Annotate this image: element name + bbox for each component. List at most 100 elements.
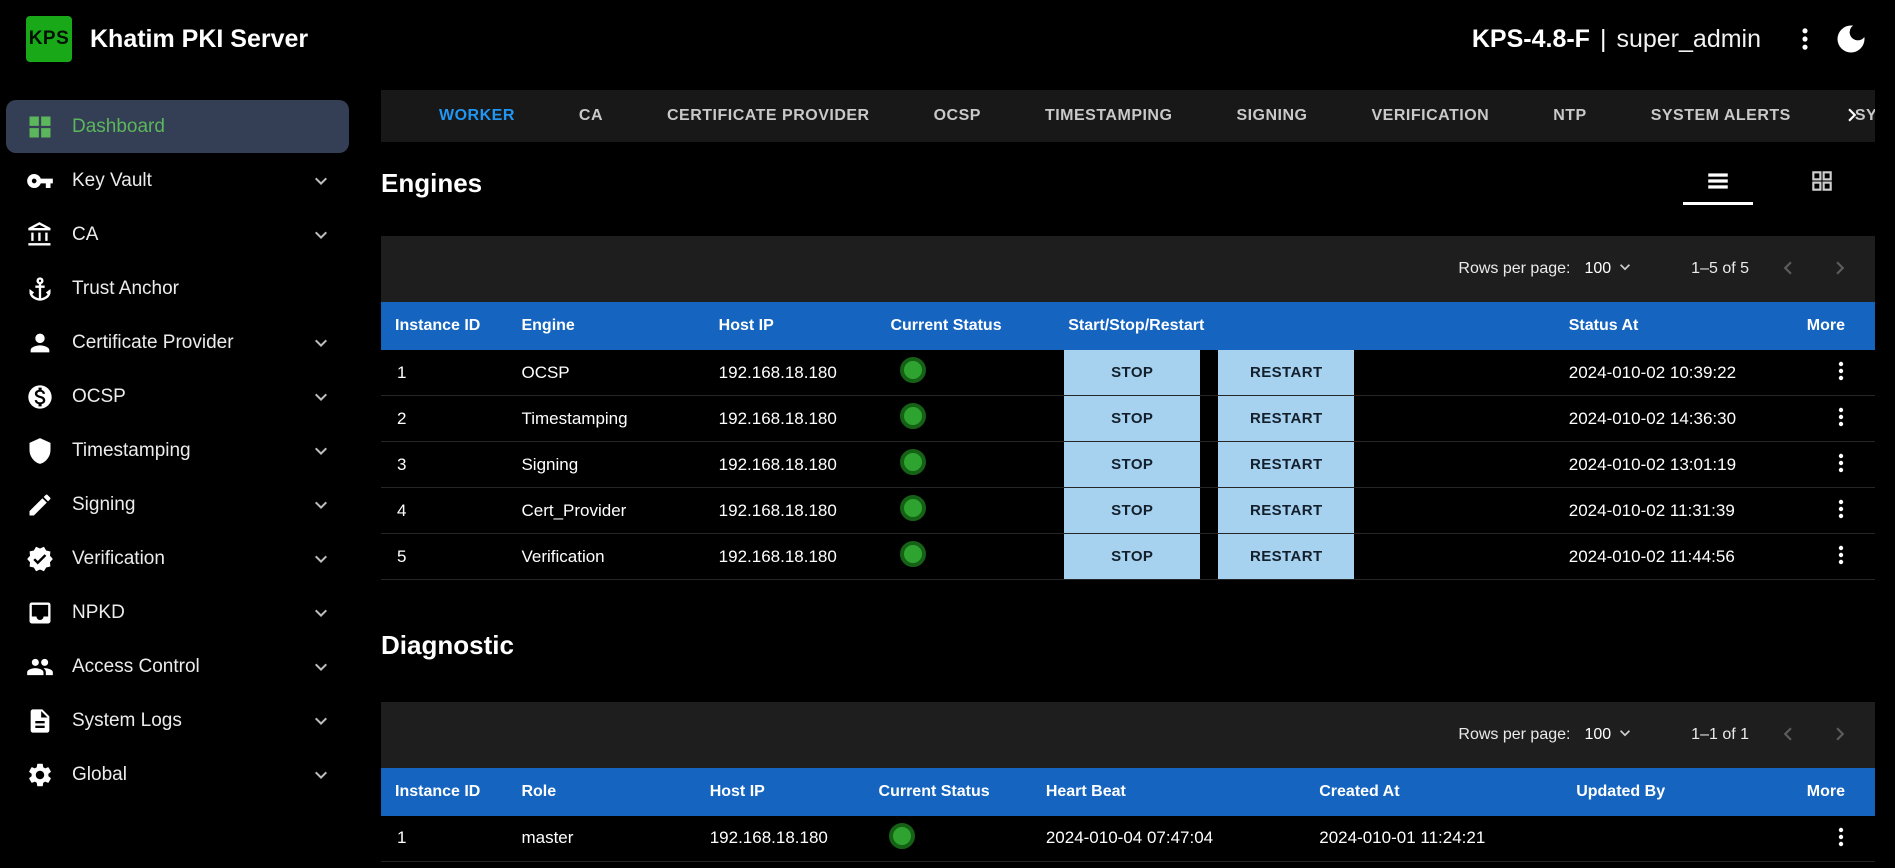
- row-more-button[interactable]: [1829, 497, 1853, 524]
- top-bar-right: KPS-4.8-F | super_admin: [1472, 21, 1869, 57]
- chevron-left-icon: [1775, 255, 1801, 284]
- tab-bar: WORKER CA CERTIFICATE PROVIDER OCSP TIMESTAM…: [381, 90, 1875, 142]
- cell-status-at: 2024-010-02 11:44:56: [1556, 533, 1771, 580]
- rows-per-page-select[interactable]: 100: [1584, 257, 1635, 282]
- sidebar-item-label: Access Control: [72, 655, 200, 677]
- column-header-engine: Engine: [509, 302, 707, 350]
- cell-current-status: [866, 816, 1034, 862]
- tab-system-alerts[interactable]: SYSTEM ALERTS: [1651, 107, 1791, 125]
- column-header-created-at: Created At: [1307, 768, 1565, 816]
- cell-actions: STOP RESTART: [1056, 441, 1557, 488]
- kebab-icon: [1838, 453, 1844, 473]
- cell-more: [1770, 441, 1875, 488]
- prev-page-button[interactable]: [1775, 255, 1801, 284]
- chevron-down-icon: [309, 385, 333, 409]
- kebab-icon: [1838, 361, 1844, 381]
- row-more-button[interactable]: [1829, 359, 1853, 386]
- dark-mode-toggle[interactable]: [1833, 21, 1869, 57]
- stop-button[interactable]: STOP: [1064, 442, 1201, 487]
- username: super_admin: [1616, 24, 1761, 53]
- chevron-down-icon: [1615, 723, 1635, 748]
- more-menu-button[interactable]: [1791, 25, 1819, 53]
- main-content: WORKER CA CERTIFICATE PROVIDER OCSP TIMESTAM…: [357, 78, 1895, 868]
- restart-button[interactable]: RESTART: [1218, 396, 1355, 441]
- next-page-button[interactable]: [1827, 721, 1853, 750]
- tab-signing[interactable]: SIGNING: [1236, 107, 1307, 125]
- kebab-icon: [1838, 407, 1844, 427]
- column-header-role: Role: [509, 768, 698, 816]
- sidebar-item-signing[interactable]: Signing: [6, 478, 349, 531]
- sidebar-item-access-control[interactable]: Access Control: [6, 640, 349, 693]
- grid-view-button[interactable]: [1787, 162, 1857, 205]
- sidebar-item-dashboard[interactable]: Dashboard: [6, 100, 349, 153]
- column-header-instance-id: Instance ID: [381, 768, 510, 816]
- engines-panel: Rows per page: 100 1–5 of 5 Instance ID …: [381, 236, 1875, 580]
- server-version: KPS-4.8-F: [1471, 24, 1590, 53]
- cell-instance-id: 3: [381, 441, 510, 488]
- sidebar-item-npkd[interactable]: NPKD: [6, 586, 349, 639]
- next-page-button[interactable]: [1827, 255, 1853, 284]
- tab-certificate-provider[interactable]: CERTIFICATE PROVIDER: [667, 107, 870, 125]
- rows-per-page-select[interactable]: 100: [1584, 723, 1635, 748]
- version-user-separator: |: [1599, 24, 1607, 53]
- cell-created-at: 2024-010-01 11:24:21: [1307, 816, 1565, 862]
- sidebar-item-global[interactable]: Global: [6, 748, 349, 801]
- sidebar-item-ocsp[interactable]: OCSP: [6, 370, 349, 423]
- cell-current-status: [878, 533, 1057, 580]
- tabs-scroll-right-button[interactable]: [1833, 90, 1871, 142]
- sidebar-item-certificate-provider[interactable]: Certificate Provider: [6, 316, 349, 369]
- key-icon: [26, 167, 54, 195]
- people-icon: [26, 653, 54, 681]
- restart-button[interactable]: RESTART: [1218, 488, 1355, 533]
- sidebar-item-ca[interactable]: CA: [6, 208, 349, 261]
- tab-verification[interactable]: VERIFICATION: [1372, 107, 1490, 125]
- cell-engine: OCSP: [509, 350, 707, 396]
- chevron-left-icon: [1775, 721, 1801, 750]
- row-more-button[interactable]: [1829, 825, 1853, 852]
- row-more-button[interactable]: [1829, 543, 1853, 570]
- restart-button[interactable]: RESTART: [1218, 534, 1355, 579]
- stop-button[interactable]: STOP: [1064, 534, 1201, 579]
- cell-more: [1770, 487, 1875, 534]
- chevron-right-icon: [1827, 255, 1853, 284]
- stop-button[interactable]: STOP: [1064, 396, 1201, 441]
- cell-actions: STOP RESTART: [1056, 533, 1557, 580]
- chevron-down-icon: [309, 493, 333, 517]
- cell-actions: STOP RESTART: [1056, 395, 1557, 442]
- prev-page-button[interactable]: [1775, 721, 1801, 750]
- tab-ntp[interactable]: NTP: [1553, 107, 1587, 125]
- inbox-icon: [26, 599, 54, 627]
- tab-worker[interactable]: WORKER: [439, 107, 515, 125]
- view-toggle: [1683, 162, 1857, 205]
- action-buttons: STOP RESTART: [1064, 442, 1557, 487]
- kebab-menu-icon: [1791, 25, 1819, 53]
- action-buttons: STOP RESTART: [1064, 488, 1557, 533]
- cell-instance-id: 1: [381, 816, 510, 862]
- sidebar-item-verification[interactable]: Verification: [6, 532, 349, 585]
- sidebar-item-trust-anchor[interactable]: Trust Anchor: [6, 262, 349, 315]
- tab-ocsp[interactable]: OCSP: [934, 107, 981, 125]
- chevron-down-icon: [309, 655, 333, 679]
- restart-button[interactable]: RESTART: [1218, 350, 1355, 395]
- sidebar-item-timestamping[interactable]: Timestamping: [6, 424, 349, 477]
- status-green-dot: [900, 357, 927, 383]
- document-icon: [26, 707, 54, 735]
- list-view-button[interactable]: [1683, 162, 1753, 205]
- row-more-button[interactable]: [1829, 451, 1853, 478]
- app-root: KPS Khatim PKI Server KPS-4.8-F | super_…: [0, 0, 1895, 868]
- sidebar-item-label: Timestamping: [72, 439, 191, 461]
- tab-timestamping[interactable]: TIMESTAMPING: [1045, 107, 1172, 125]
- row-more-button[interactable]: [1829, 405, 1853, 432]
- stop-button[interactable]: STOP: [1064, 350, 1201, 395]
- rows-per-page-value: 100: [1584, 726, 1612, 743]
- sidebar-item-system-logs[interactable]: System Logs: [6, 694, 349, 747]
- sidebar-item-label: Signing: [72, 493, 136, 515]
- stop-button[interactable]: STOP: [1064, 488, 1201, 533]
- sidebar-item-key-vault[interactable]: Key Vault: [6, 154, 349, 207]
- tab-ca[interactable]: CA: [579, 107, 603, 125]
- kebab-icon: [1838, 499, 1844, 519]
- diagnostic-table: Instance ID Role Host IP Current Status Hear…: [381, 768, 1875, 862]
- kebab-icon: [1838, 827, 1844, 846]
- restart-button[interactable]: RESTART: [1218, 442, 1355, 487]
- chevron-down-icon: [1615, 257, 1635, 282]
